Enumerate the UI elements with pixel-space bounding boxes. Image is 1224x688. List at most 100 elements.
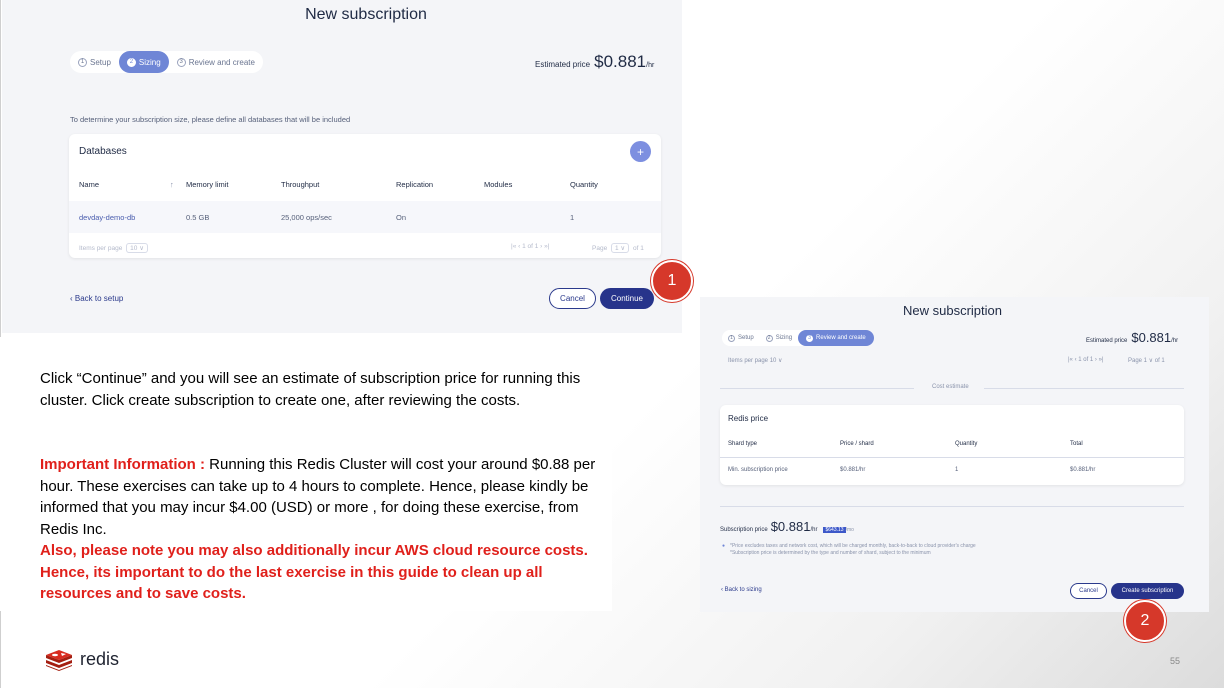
page-select[interactable]: 1 ∨ (611, 243, 630, 253)
important-label: Important Information : (40, 456, 205, 473)
items-per-page-label: Items per page (79, 245, 123, 252)
page-number: 55 (1170, 656, 1181, 666)
step-label: Setup (738, 335, 754, 341)
back-to-setup-link[interactable]: ‹ Back to setup (70, 294, 123, 303)
cell-quantity: 1 (955, 467, 959, 473)
cancel-button[interactable]: Cancel (1070, 583, 1107, 599)
page-label: Page (592, 245, 608, 252)
redis-price-title: Redis price (728, 414, 769, 423)
step-number: 3 (176, 57, 186, 67)
subscription-price-unit: /hr (810, 527, 818, 533)
step-label: Setup (90, 57, 111, 67)
pagination-controls[interactable]: |« ‹ 1 of 1 › »| (511, 243, 549, 250)
cancel-button[interactable]: Cancel (549, 288, 596, 309)
step-sizing[interactable]: 2 Sizing (118, 51, 169, 73)
back-to-sizing-link[interactable]: ‹ Back to sizing (721, 587, 762, 593)
estimated-price: Estimated price $0.881 /hr (535, 52, 654, 72)
page-title: New subscription (305, 6, 427, 23)
databases-card: Databases + Name ↑ Memory limit Throughp… (69, 134, 661, 258)
step-number: 1 (78, 57, 87, 67)
pagination-controls[interactable]: |« ‹ 1 of 1 › »| (1068, 357, 1103, 363)
page-title: New subscription (903, 303, 1002, 318)
cell-price-shard: $0.881/hr (840, 467, 866, 473)
cell-shard-type: Min. subscription price (728, 467, 788, 473)
cell-replication: On (396, 213, 407, 222)
estimated-price-value: $0.881 (1131, 330, 1172, 345)
col-header-replication: Replication (396, 180, 434, 189)
page-selector[interactable]: Page 1 ∨ of 1 (1128, 357, 1165, 364)
screenshot-review-step: New subscription 1 Setup 2 Sizing 3 Review … (700, 297, 1209, 612)
page-selector: Page 1 ∨ of 1 (592, 243, 644, 253)
col-header-memory: Memory limit (186, 180, 229, 189)
step-number: 1 (728, 334, 735, 342)
redis-logo: redis (44, 647, 119, 671)
important-information-paragraph: Important Information : Running this Red… (40, 454, 600, 540)
table-divider (720, 457, 1184, 458)
continue-button[interactable]: Continue (600, 288, 654, 309)
redis-price-card: Redis price Shard type Price / shard Qua… (720, 405, 1184, 485)
estimated-price: Estimated price $0.881 /hr (1086, 330, 1178, 345)
subscription-price-label: Subscription price (720, 527, 768, 533)
stepper: 1 Setup 2 Sizing 3 Review and create (722, 330, 874, 346)
step-review-and-create[interactable]: 3 Review and create (798, 330, 874, 346)
step-setup[interactable]: 1 Setup (70, 51, 119, 73)
stepper: 1 Setup 2 Sizing 3 Review and create (70, 51, 263, 73)
step-label: Sizing (138, 57, 161, 67)
cell-quantity: 1 (570, 213, 575, 222)
instructions-box: Click “Continue” and you will see an est… (0, 337, 612, 611)
subscription-price-value: $0.881 (770, 519, 811, 534)
estimated-price-label: Estimated price (535, 60, 591, 69)
col-header-shard-type: Shard type (728, 441, 758, 447)
monthly-price-unit: /mo (845, 527, 854, 533)
col-header-price-shard: Price / shard (840, 441, 874, 447)
cell-memory: 0.5 GB (186, 213, 210, 222)
step-label: Review and create (816, 335, 866, 341)
step-review-and-create[interactable]: 3 Review and create (169, 51, 263, 73)
items-per-page[interactable]: Items per page 10 ∨ (728, 357, 782, 364)
divider (720, 388, 914, 389)
subscription-price: Subscription price $0.881 /hr $643.13 /m… (720, 519, 854, 534)
step-number: 3 (806, 334, 814, 342)
monthly-price-highlight: $643.13 (823, 527, 846, 533)
step-label: Sizing (775, 335, 793, 341)
cell-total: $0.881/hr (1070, 467, 1096, 473)
price-note-2: *Subscription price is determined by the… (730, 550, 931, 556)
col-header-quantity: Quantity (570, 180, 598, 189)
col-header-modules: Modules (484, 180, 513, 189)
estimated-price-unit: /hr (1171, 338, 1179, 344)
sizing-hint: To determine your subscription size, ple… (70, 115, 351, 124)
step-setup[interactable]: 1 Setup (722, 330, 760, 346)
callout-2-badge: 2 (1124, 600, 1166, 642)
cell-throughput: 25,000 ops/sec (281, 213, 332, 222)
aws-cost-warning: Also, please note you may also additiona… (40, 542, 588, 602)
sort-arrow-icon[interactable]: ↑ (170, 180, 174, 189)
estimated-price-unit: /hr (646, 62, 655, 69)
databases-card-title: Databases (79, 146, 127, 157)
col-header-name[interactable]: Name (79, 180, 99, 189)
callout-1-badge: 1 (651, 260, 693, 302)
divider (720, 506, 1184, 507)
page-of: of 1 (633, 245, 644, 252)
screenshot-sizing-step: New subscription 1 Setup 2 Sizing 3 Review … (2, 0, 682, 333)
step-number: 2 (765, 334, 773, 342)
step-sizing[interactable]: 2 Sizing (760, 330, 798, 346)
divider (984, 388, 1184, 389)
redis-wordmark: redis (80, 648, 120, 669)
items-per-page: Items per page 10 ∨ (79, 243, 150, 253)
instructions-paragraph: Click “Continue” and you will see an est… (40, 370, 581, 409)
items-per-page-select[interactable]: 10 ∨ (126, 243, 148, 253)
cell-db-name[interactable]: devday-demo-db (79, 213, 135, 222)
step-label: Review and create (188, 57, 255, 67)
col-header-quantity: Quantity (955, 441, 978, 447)
price-note-1: *Price excludes taxes and network cost, … (730, 543, 976, 549)
add-database-button[interactable]: + (630, 141, 651, 162)
info-bullet-icon: ● (722, 543, 726, 549)
step-number: 2 (126, 57, 136, 67)
redis-cube-icon (46, 650, 72, 671)
col-header-total: Total (1070, 441, 1083, 447)
create-subscription-button[interactable]: Create subscription (1111, 583, 1184, 599)
estimated-price-value: $0.881 (594, 52, 647, 71)
cost-estimate-label: Cost estimate (932, 384, 969, 390)
col-header-throughput: Throughput (281, 180, 320, 189)
estimated-price-label: Estimated price (1086, 338, 1128, 344)
